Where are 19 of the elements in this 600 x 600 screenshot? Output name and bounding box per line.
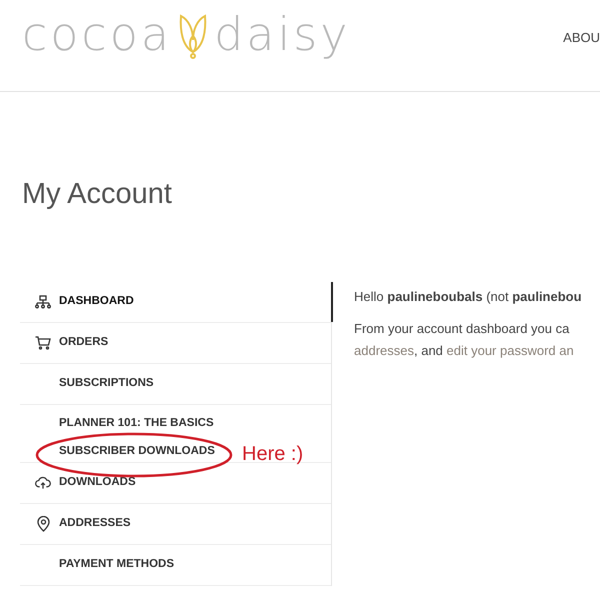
account-nav-item[interactable]: PAYMENT METHODS [35, 556, 174, 574]
account-nav-item[interactable]: SUBSCRIPTIONS [35, 375, 154, 393]
greeting-text: Hello paulineboubals (not paulinebou [354, 288, 582, 306]
text-link[interactable]: edit your password an [446, 343, 574, 358]
intro-text: From your account dashboard you ca [354, 320, 570, 338]
account-nav-item[interactable]: DASHBOARD [35, 293, 134, 311]
annotation-text: Here :) [242, 442, 304, 467]
account-nav-item[interactable]: ORDERS [35, 334, 108, 352]
page-title: My Account [22, 177, 173, 212]
account-nav-item[interactable]: DOWNLOADS [35, 474, 136, 492]
account-nav-item[interactable]: ADDRESSES [35, 514, 131, 532]
sitemap-icon [35, 295, 51, 309]
cloud-upload-icon [35, 476, 51, 490]
cart-icon [35, 336, 51, 350]
text-link[interactable]: addresses [354, 343, 414, 358]
location-pin-icon [36, 516, 50, 532]
body-text: , and [414, 343, 444, 358]
account-nav-item[interactable]: PLANNER 101: THE BASICS [35, 415, 214, 432]
nav-link[interactable]: ABOU [563, 28, 600, 48]
